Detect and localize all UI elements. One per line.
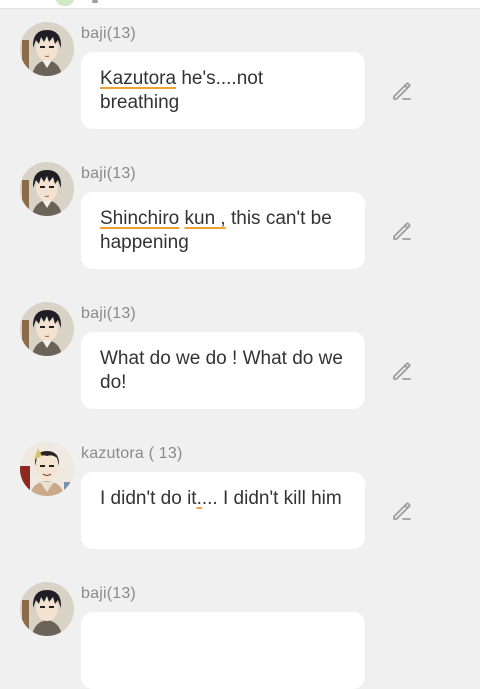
baji-avatar-icon[interactable]: [20, 582, 74, 636]
pencil-edit-icon[interactable]: [390, 79, 414, 103]
sender-name: baji(13): [81, 165, 136, 182]
baji-avatar-icon[interactable]: [20, 162, 74, 216]
message-bubble[interactable]: Shinchiro kun , this can't be happening: [81, 192, 365, 269]
message-bubble[interactable]: I didn't do it.... I didn't kill him: [81, 472, 365, 549]
spellcheck-flagged-word[interactable]: kun ,: [185, 208, 226, 229]
sender-name: baji(13): [81, 585, 136, 602]
message-text: Kazutora he's....not breathing: [100, 67, 346, 115]
message-bubble[interactable]: [81, 612, 365, 689]
message-text: Shinchiro kun , this can't be happening: [100, 207, 346, 255]
spellcheck-flagged-word[interactable]: Kazutora: [100, 68, 176, 89]
message-text-part: ... I didn't kill him: [201, 488, 342, 509]
spellcheck-flagged-word[interactable]: Shinchiro: [100, 208, 179, 229]
baji-avatar-icon[interactable]: [20, 22, 74, 76]
pencil-edit-icon[interactable]: [390, 499, 414, 523]
kazutora-avatar-icon[interactable]: [20, 442, 74, 496]
sender-name: kazutora ( 13): [81, 445, 183, 462]
pencil-edit-icon[interactable]: [390, 219, 414, 243]
top-tick: [92, 0, 98, 3]
message-bubble[interactable]: Kazutora he's....not breathing: [81, 52, 365, 129]
pencil-edit-icon[interactable]: [390, 359, 414, 383]
message-bubble[interactable]: What do we do ! What do we do!: [81, 332, 365, 409]
message-text: I didn't do it.... I didn't kill him: [100, 487, 346, 511]
message-text-part: I didn't do it: [100, 488, 197, 509]
top-bar-remnant: [0, 0, 480, 9]
status-dot: [56, 0, 74, 6]
baji-avatar-icon[interactable]: [20, 302, 74, 356]
sender-name: baji(13): [81, 25, 136, 42]
sender-name: baji(13): [81, 305, 136, 322]
message-text: What do we do ! What do we do!: [100, 348, 343, 393]
